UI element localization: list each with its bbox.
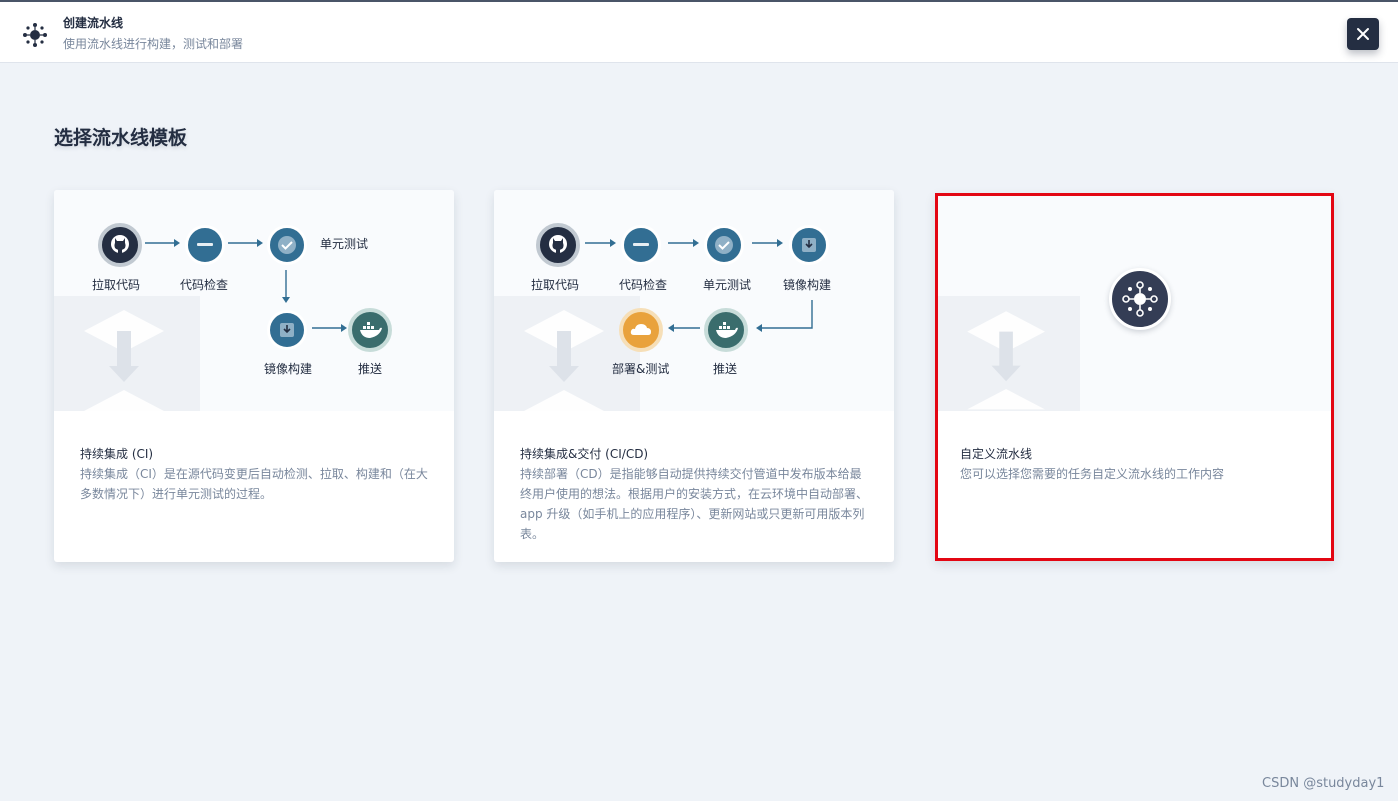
pipeline-icon: [23, 23, 47, 47]
stage-label: 拉取代码: [92, 278, 141, 292]
stage-label: 单元测试: [703, 278, 752, 292]
stage-label: 推送: [713, 362, 738, 376]
card-description: 持续集成（CI）是在源代码变更后自动检测、拉取、构建和（在大多数情况下）进行单元…: [80, 467, 428, 501]
stage-pull-code: [536, 223, 580, 267]
card-title: 持续集成&交付 (CI/CD): [520, 447, 649, 461]
dialog-title: 创建流水线: [63, 16, 124, 30]
watermark-text: CSDN @studyday1: [1262, 776, 1385, 791]
check-icon: [715, 236, 733, 254]
cloud-deploy-icon: [630, 324, 651, 335]
github-icon: [111, 235, 129, 254]
close-icon: [1357, 28, 1369, 40]
stage-label: 推送: [358, 362, 383, 376]
image-build-icon: [280, 323, 294, 337]
image-build-icon: [802, 238, 816, 252]
stage-label: 拉取代码: [531, 278, 580, 292]
sonarqube-icon: [197, 243, 213, 246]
dialog-header: 创建流水线 使用流水线进行构建，测试和部署: [0, 0, 1398, 63]
stage-image-build: [267, 310, 307, 350]
docker-icon: [716, 322, 738, 338]
card-title: 持续集成 (CI): [80, 447, 154, 461]
custom-pipeline-node: [1109, 268, 1171, 330]
stage-code-check: [621, 225, 661, 265]
template-card-custom[interactable]: 自定义流水线 您可以选择您需要的任务自定义流水线的工作内容: [935, 193, 1334, 561]
stage-label: 镜像构建: [783, 278, 832, 292]
template-card-cicd[interactable]: 拉取代码 代码检查 单元测试 镜像构建 推送 部署&测试 持续集成&交付 (CI…: [494, 190, 894, 562]
stage-code-check: [185, 225, 225, 265]
stage-image-build: [789, 225, 829, 265]
template-card-ci[interactable]: 拉取代码 代码检查 单元测试 镜像构建 推送 持续集成 (CI) 持续集成（CI…: [54, 190, 454, 562]
card-description: 持续部署（CD）是指能够自动提供持续交付管道中发布版本给最终用户使用的想法。根据…: [520, 467, 869, 541]
stage-unit-test: [704, 225, 744, 265]
stage-label: 代码检查: [180, 278, 229, 292]
pipeline-icon: [1122, 281, 1158, 317]
stage-push: [348, 308, 392, 352]
stage-label: 部署&测试: [612, 362, 670, 376]
stage-deploy-test: [619, 308, 663, 352]
close-button[interactable]: [1347, 18, 1379, 50]
check-icon: [278, 236, 296, 254]
watermark-graphic: [938, 296, 1080, 411]
card-title: 自定义流水线: [960, 447, 1033, 461]
stage-label: 镜像构建: [264, 362, 313, 376]
github-icon: [549, 235, 567, 254]
stage-label: 代码检查: [619, 278, 668, 292]
section-title: 选择流水线模板: [54, 127, 188, 149]
docker-icon: [360, 322, 382, 338]
stage-push: [704, 308, 748, 352]
stage-label: 单元测试: [320, 237, 369, 251]
stage-unit-test: [267, 225, 307, 265]
dialog-subtitle: 使用流水线进行构建，测试和部署: [63, 37, 244, 51]
card-description: 您可以选择您需要的任务自定义流水线的工作内容: [960, 467, 1225, 481]
stage-pull-code: [98, 223, 142, 267]
sonarqube-icon: [633, 243, 649, 246]
